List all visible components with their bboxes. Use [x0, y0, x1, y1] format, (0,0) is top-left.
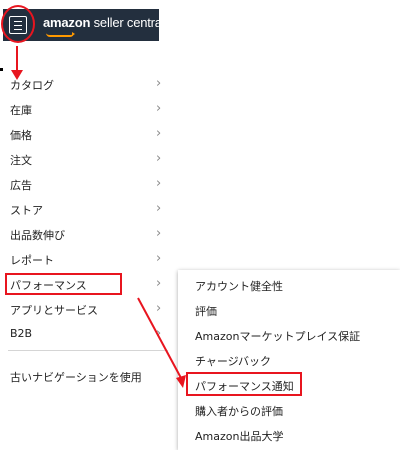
nav-item-stores[interactable]: ストア › — [0, 197, 170, 221]
brand-amazon: amazon — [43, 15, 91, 30]
nav-item-label: 出品数伸び — [10, 229, 65, 242]
submenu-item-a-to-z-guarantee[interactable]: Amazonマーケットプレイス保証 — [178, 323, 400, 347]
nav-item-label: レポート — [10, 254, 54, 267]
seller-central-page: amazon seller central カタログ › 在庫 › 価格 › 注… — [0, 0, 400, 450]
submenu-item-label: チャージバック — [195, 355, 272, 368]
nav-item-label: 在庫 — [10, 104, 32, 117]
chevron-right-icon: › — [156, 101, 162, 116]
highlight-box-performance-notifications — [186, 372, 302, 396]
highlight-circle-menu-button — [1, 5, 35, 43]
brand-logo: amazon seller central — [43, 15, 165, 30]
submenu-item-label: 購入者からの評価 — [195, 405, 283, 418]
nav-item-label: アプリとサービス — [10, 304, 98, 317]
menu-divider — [8, 350, 168, 351]
brand-seller-central: seller central — [90, 15, 165, 30]
submenu-item-label: アカウント健全性 — [195, 280, 283, 293]
nav-item-inventory[interactable]: 在庫 › — [0, 97, 170, 121]
amazon-smile-arrow-icon — [72, 32, 75, 36]
submenu-item-feedback[interactable]: 評価 — [178, 298, 400, 322]
chevron-right-icon: › — [156, 126, 162, 141]
submenu-item-buyer-feedback[interactable]: 購入者からの評価 — [178, 398, 400, 422]
nav-item-label: 注文 — [10, 154, 32, 167]
chevron-right-icon: › — [156, 251, 162, 266]
nav-item-apps-services[interactable]: アプリとサービス › — [0, 297, 170, 321]
chevron-right-icon: › — [156, 76, 162, 91]
chevron-right-icon: › — [156, 176, 162, 191]
amazon-smile-icon — [46, 33, 74, 37]
submenu-item-account-health[interactable]: アカウント健全性 — [178, 273, 400, 297]
chevron-right-icon: › — [156, 151, 162, 166]
chevron-right-icon: › — [156, 226, 162, 241]
nav-item-orders[interactable]: 注文 › — [0, 147, 170, 171]
chevron-right-icon: › — [156, 276, 162, 291]
nav-item-catalog[interactable]: カタログ › — [0, 72, 170, 96]
nav-item-label: カタログ — [10, 79, 54, 92]
nav-item-label: ストア — [10, 204, 43, 217]
nav-item-reports[interactable]: レポート › — [0, 247, 170, 271]
submenu-item-seller-university[interactable]: Amazon出品大学 — [178, 423, 400, 447]
nav-item-label: 広告 — [10, 179, 32, 192]
chevron-right-icon: › — [156, 201, 162, 216]
submenu-item-label: Amazon出品大学 — [195, 430, 284, 443]
legacy-nav-label: 古いナビゲーションを使用 — [10, 371, 142, 384]
nav-item-b2b[interactable]: B2B › — [0, 322, 170, 346]
chevron-right-icon: › — [156, 301, 162, 316]
nav-item-growth[interactable]: 出品数伸び › — [0, 222, 170, 246]
nav-item-advertising[interactable]: 広告 › — [0, 172, 170, 196]
submenu-item-chargebacks[interactable]: チャージバック — [178, 348, 400, 372]
performance-submenu: アカウント健全性 評価 Amazonマーケットプレイス保証 チャージバック パフ… — [178, 270, 400, 450]
submenu-item-label: Amazonマーケットプレイス保証 — [195, 330, 361, 343]
nav-item-legacy-navigation[interactable]: 古いナビゲーションを使用 — [0, 364, 170, 388]
chevron-right-icon: › — [156, 326, 162, 341]
submenu-item-label: 評価 — [195, 305, 217, 318]
highlight-box-performance — [5, 273, 122, 295]
nav-item-pricing[interactable]: 価格 › — [0, 122, 170, 146]
cursor-dot — [0, 68, 3, 71]
nav-item-label: 価格 — [10, 129, 32, 142]
nav-item-label: B2B — [10, 327, 33, 340]
